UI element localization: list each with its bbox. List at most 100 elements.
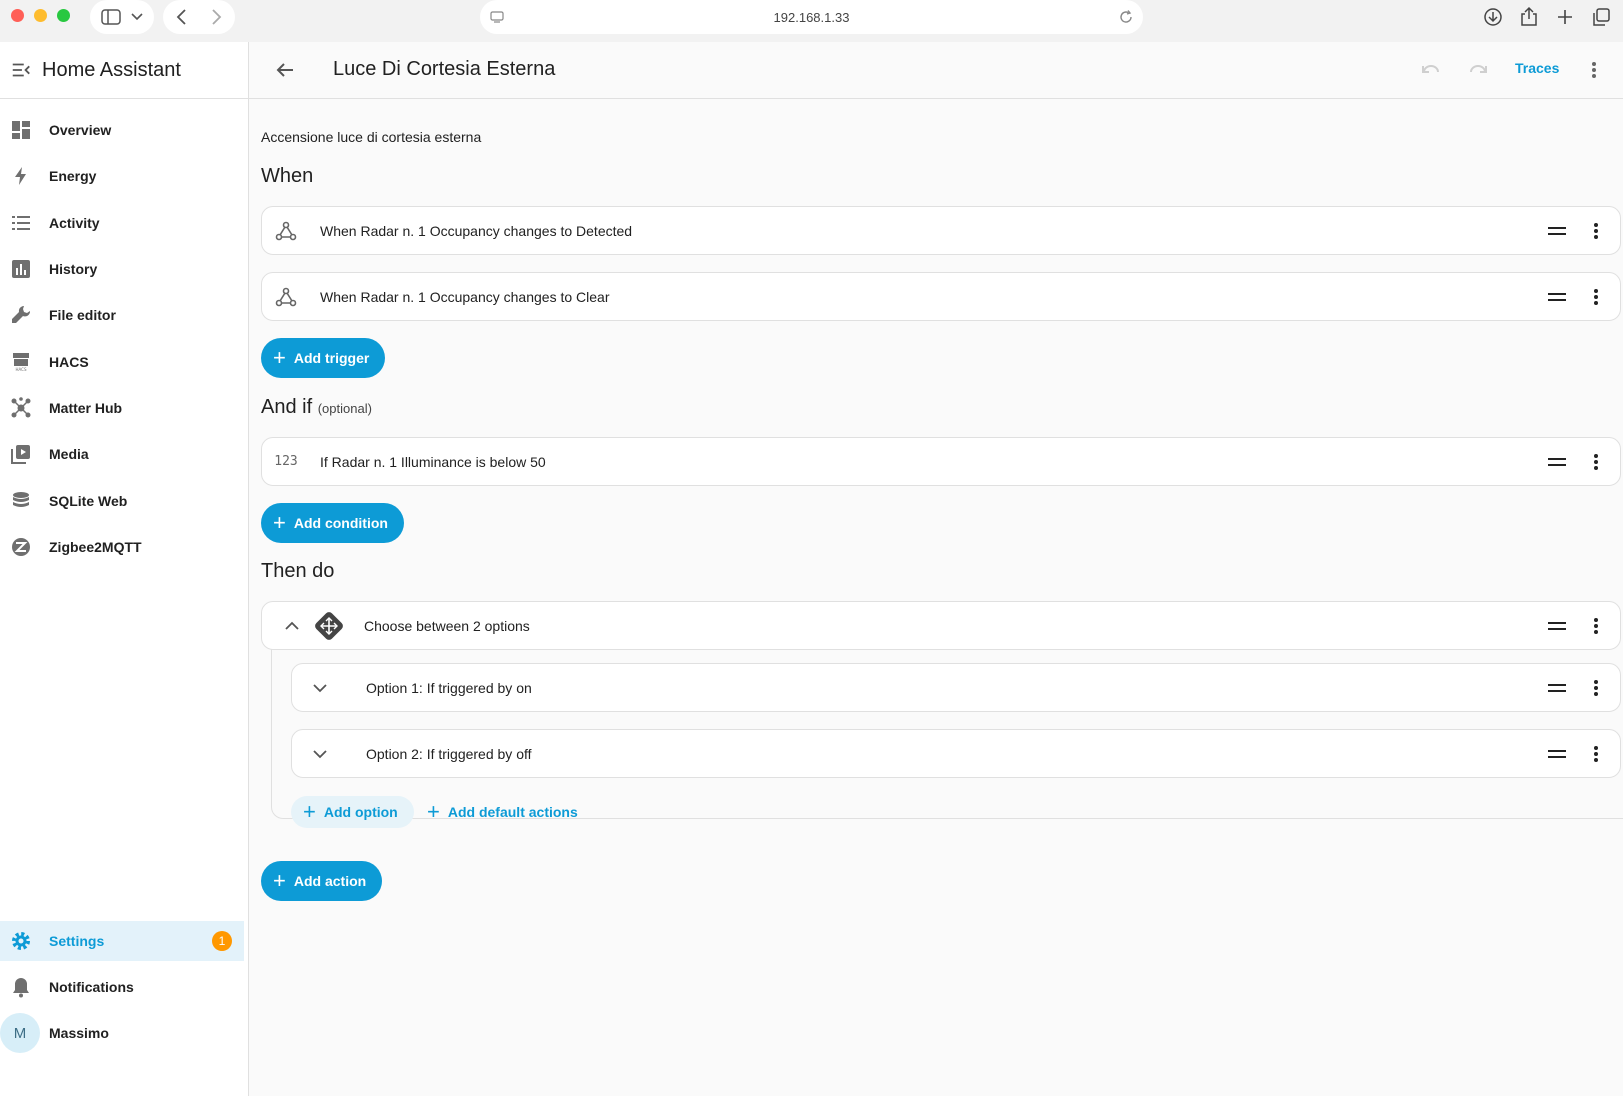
more-vert-icon[interactable] [1586, 452, 1606, 472]
redo-icon[interactable] [1467, 59, 1489, 81]
database-icon [9, 489, 33, 513]
option-row[interactable]: Option 1: If triggered by on [291, 663, 1621, 712]
sidebar-item-hacs[interactable]: HACS HACS [0, 342, 244, 382]
chevron-down-icon [131, 13, 143, 21]
undo-icon[interactable] [1420, 59, 1442, 81]
sidebar-item-profile[interactable]: M Massimo [0, 1013, 244, 1053]
sidebar-item-file-editor[interactable]: File editor [0, 295, 244, 335]
plus-icon: + [273, 345, 286, 370]
more-vert-icon[interactable] [1586, 616, 1606, 636]
trigger-icon [274, 285, 298, 309]
sidebar-item-label: Notifications [49, 979, 134, 995]
sidebar-item-matter-hub[interactable]: Matter Hub [0, 388, 244, 428]
drag-handle-icon[interactable] [1548, 226, 1566, 236]
zoom-window-button[interactable] [57, 9, 70, 22]
add-option-button[interactable]: + Add option [291, 796, 414, 828]
sidebar: Home Assistant Overview Energy Activity … [0, 42, 249, 1096]
traces-button[interactable]: Traces [1515, 60, 1559, 76]
add-condition-label: Add condition [293, 515, 388, 531]
trigger-row[interactable]: When Radar n. 1 Occupancy changes to Cle… [261, 272, 1621, 321]
then-do-heading: Then do [261, 560, 335, 582]
choose-text: Choose between 2 options [364, 617, 530, 634]
forward-icon[interactable] [210, 9, 222, 25]
list-icon [9, 211, 33, 235]
add-option-label: Add option [323, 804, 398, 820]
add-action-button[interactable]: + Add action [261, 861, 383, 901]
address-bar[interactable]: 192.168.1.33 [480, 0, 1143, 34]
back-icon[interactable] [176, 9, 188, 25]
back-arrow-icon[interactable] [274, 59, 296, 81]
drag-handle-icon[interactable] [1548, 749, 1566, 759]
more-vert-icon[interactable] [1586, 287, 1606, 307]
chevron-down-icon[interactable] [312, 749, 328, 759]
more-vert-icon[interactable] [1586, 744, 1606, 764]
sidebar-item-media[interactable]: Media [0, 434, 244, 474]
svg-text:HACS: HACS [15, 367, 26, 372]
drag-handle-icon[interactable] [1548, 621, 1566, 631]
and-if-title: And if [261, 396, 313, 418]
add-condition-button[interactable]: + Add condition [261, 503, 404, 543]
bell-icon [9, 975, 33, 999]
url-text: 192.168.1.33 [773, 9, 850, 25]
new-tab-icon[interactable] [1554, 6, 1576, 28]
sidebar-title: Home Assistant [42, 58, 181, 81]
sidebar-item-zigbee2mqtt[interactable]: Zigbee2MQTT [0, 527, 244, 567]
drag-handle-icon[interactable] [1548, 292, 1566, 302]
notification-count-badge: 1 [212, 931, 232, 951]
sidebar-item-activity[interactable]: Activity [0, 203, 244, 243]
option-row[interactable]: Option 2: If triggered by off [291, 729, 1621, 778]
lightning-icon [9, 164, 33, 188]
tab-overview-icon[interactable] [1590, 6, 1612, 28]
numeric-icon: 123 [274, 454, 298, 469]
sidebar-item-settings[interactable]: Settings 1 [0, 921, 244, 961]
reload-icon[interactable] [1119, 10, 1133, 24]
chevron-down-icon[interactable] [312, 683, 328, 693]
sidebar-icon [101, 9, 121, 25]
download-icon[interactable] [1482, 6, 1504, 28]
sidebar-item-overview[interactable]: Overview [0, 110, 244, 150]
add-trigger-button[interactable]: + Add trigger [261, 338, 386, 378]
and-if-heading: And if (optional) [261, 396, 372, 419]
sidebar-item-label: Overview [49, 122, 112, 138]
trigger-text: When Radar n. 1 Occupancy changes to Det… [320, 222, 633, 239]
avatar: M [0, 1013, 40, 1053]
menu-icon[interactable] [10, 59, 32, 81]
dashboard-icon [9, 118, 33, 142]
trigger-row[interactable]: When Radar n. 1 Occupancy changes to Det… [261, 206, 1621, 255]
condition-row[interactable]: 123 If Radar n. 1 Illuminance is below 5… [261, 437, 1621, 486]
trigger-icon [274, 219, 298, 243]
sidebar-item-label: File editor [49, 307, 116, 323]
hub-icon [9, 396, 33, 420]
automation-description: Accensione luce di cortesia esterna [261, 129, 482, 145]
optional-label: (optional) [317, 401, 372, 416]
more-vert-icon[interactable] [1584, 60, 1604, 80]
sidebar-toggle-button[interactable] [90, 0, 154, 34]
sidebar-item-label: Media [49, 446, 89, 462]
sidebar-item-label: Energy [49, 168, 97, 184]
share-icon[interactable] [1518, 6, 1540, 28]
sidebar-item-notifications[interactable]: Notifications [0, 967, 244, 1007]
drag-handle-icon[interactable] [1548, 683, 1566, 693]
zigbee-icon [9, 535, 33, 559]
choose-action-row[interactable]: Choose between 2 options [261, 601, 1621, 650]
sidebar-item-sqlite-web[interactable]: SQLite Web [0, 481, 244, 521]
wrench-icon [9, 303, 33, 327]
page-settings-icon[interactable] [490, 10, 504, 24]
drag-handle-icon[interactable] [1548, 457, 1566, 467]
sidebar-item-label: Zigbee2MQTT [49, 539, 142, 555]
sidebar-header: Home Assistant [0, 42, 248, 99]
sidebar-item-history[interactable]: History [0, 249, 244, 289]
more-vert-icon[interactable] [1586, 221, 1606, 241]
choose-options-container [271, 628, 1623, 819]
add-default-actions-button[interactable]: + Add default actions [427, 796, 578, 828]
close-window-button[interactable] [11, 9, 24, 22]
sidebar-item-energy[interactable]: Energy [0, 156, 244, 196]
sidebar-item-label: Matter Hub [49, 400, 123, 416]
sidebar-item-label: SQLite Web [49, 493, 128, 509]
more-vert-icon[interactable] [1586, 678, 1606, 698]
minimize-window-button[interactable] [34, 9, 47, 22]
gear-icon [9, 929, 33, 953]
browser-toolbar: 192.168.1.33 [0, 0, 1623, 43]
chevron-up-icon[interactable] [284, 621, 300, 631]
plus-icon: + [273, 510, 286, 535]
